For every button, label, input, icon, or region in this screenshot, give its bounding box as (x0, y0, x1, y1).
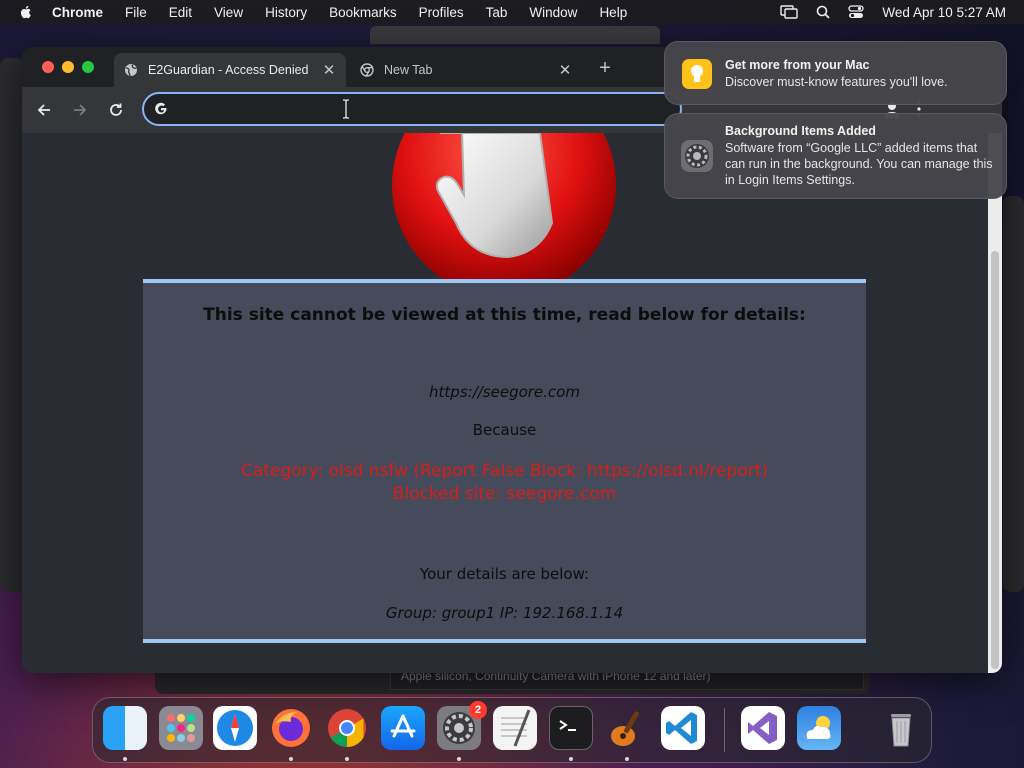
zoom-window-button[interactable] (82, 61, 94, 73)
group-ip-info: Group: group1 IP: 192.168.1.14 (385, 604, 624, 622)
close-window-button[interactable] (42, 61, 54, 73)
trash-icon[interactable] (879, 706, 923, 750)
reload-icon[interactable] (106, 100, 126, 120)
menu-bar: Chrome File Edit View History Bookmarks … (0, 0, 1024, 24)
menu-bookmarks[interactable]: Bookmarks (329, 5, 397, 20)
menu-window[interactable]: Window (529, 5, 577, 20)
text-cursor-icon (343, 99, 349, 119)
safari-icon[interactable] (213, 706, 257, 750)
google-chrome-icon[interactable] (325, 706, 369, 750)
app-store-icon[interactable] (381, 706, 425, 750)
close-tab-icon[interactable]: ✕ (556, 61, 574, 79)
menu-extras: Wed Apr 10 5:27 AM (780, 0, 1006, 24)
weather-icon[interactable] (797, 706, 841, 750)
menu-history[interactable]: History (265, 5, 307, 20)
details-heading: Your details are below: (419, 565, 590, 583)
google-g-icon (155, 102, 167, 115)
close-tab-icon[interactable]: ✕ (320, 61, 338, 79)
forward-arrow-icon[interactable] (70, 100, 90, 120)
textedit-icon[interactable] (493, 706, 537, 750)
notification-body: Discover must-know features you'll love. (725, 75, 948, 89)
tab-e2guardian[interactable]: E2Guardian - Access Denied ✕ (114, 53, 346, 87)
tips-lightbulb-icon (682, 59, 712, 89)
back-arrow-icon[interactable] (34, 100, 54, 120)
notification-title: Get more from your Mac (725, 58, 870, 72)
because-label: Because (472, 421, 537, 439)
access-denied-panel: This site cannot be viewed at this time,… (143, 279, 866, 643)
system-settings-gear-icon (681, 140, 713, 172)
background-window-left (0, 58, 24, 592)
clock[interactable]: Wed Apr 10 5:27 AM (882, 5, 1006, 20)
finder-icon[interactable] (103, 706, 147, 750)
stop-hand-icon (392, 133, 616, 299)
blocked-url: https://seegore.com (429, 383, 580, 401)
spotlight-search-icon[interactable] (816, 5, 831, 19)
notification-tips[interactable]: Get more from your Mac Discover must-kno… (664, 41, 1007, 105)
globe-icon (125, 64, 137, 77)
terminal-running-dot (569, 757, 573, 761)
notification-background-items[interactable]: Background Items Added Software from “Go… (664, 113, 1007, 199)
firefox-icon[interactable] (269, 706, 313, 750)
scrollbar-thumb[interactable] (991, 251, 999, 669)
minimize-window-button[interactable] (62, 61, 74, 73)
settings-badge: 2 (469, 701, 487, 719)
notification-title: Background Items Added (725, 124, 876, 138)
screen-mirroring-icon[interactable] (780, 5, 799, 19)
vscode-icon[interactable] (661, 706, 705, 750)
menu-app-name[interactable]: Chrome (52, 5, 103, 20)
notification-body: Software from “Google LLC” added items t… (725, 141, 993, 187)
new-tab-plus-icon[interactable]: + (594, 57, 616, 79)
garageband-running-dot (625, 757, 629, 761)
garageband-icon[interactable] (605, 706, 649, 750)
menu-view[interactable]: View (214, 5, 243, 20)
dock: 2 (92, 697, 932, 763)
control-center-icon[interactable] (848, 5, 865, 19)
dock-separator (724, 708, 725, 752)
chrome-running-dot (345, 757, 349, 761)
menu-profiles[interactable]: Profiles (419, 5, 464, 20)
visual-studio-icon[interactable] (741, 706, 785, 750)
finder-running-dot (123, 757, 127, 761)
tab-title: E2Guardian - Access Denied (148, 63, 309, 77)
apple-logo-icon[interactable] (18, 4, 34, 20)
tab-title: New Tab (384, 63, 433, 77)
background-window-right (1003, 196, 1024, 592)
terminal-icon[interactable] (549, 706, 593, 750)
background-window-top (370, 26, 660, 44)
blocked-site: Blocked site: seegore.com (392, 484, 617, 504)
chrome-icon (360, 63, 374, 77)
page-headline: This site cannot be viewed at this time,… (203, 305, 806, 325)
block-category[interactable]: Category: olsd nsfw (Report False Block:… (143, 461, 866, 481)
launchpad-icon[interactable] (159, 706, 203, 750)
firefox-running-dot (289, 757, 293, 761)
menu-help[interactable]: Help (599, 5, 627, 20)
menu-tab[interactable]: Tab (486, 5, 508, 20)
page-scrollbar[interactable] (988, 133, 1002, 673)
menu-file[interactable]: File (125, 5, 147, 20)
tab-new-tab[interactable]: New Tab ✕ (350, 53, 582, 87)
page-content: This site cannot be viewed at this time,… (22, 133, 988, 673)
address-bar[interactable] (142, 92, 682, 126)
menu-edit[interactable]: Edit (169, 5, 192, 20)
settings-running-dot (457, 757, 461, 761)
